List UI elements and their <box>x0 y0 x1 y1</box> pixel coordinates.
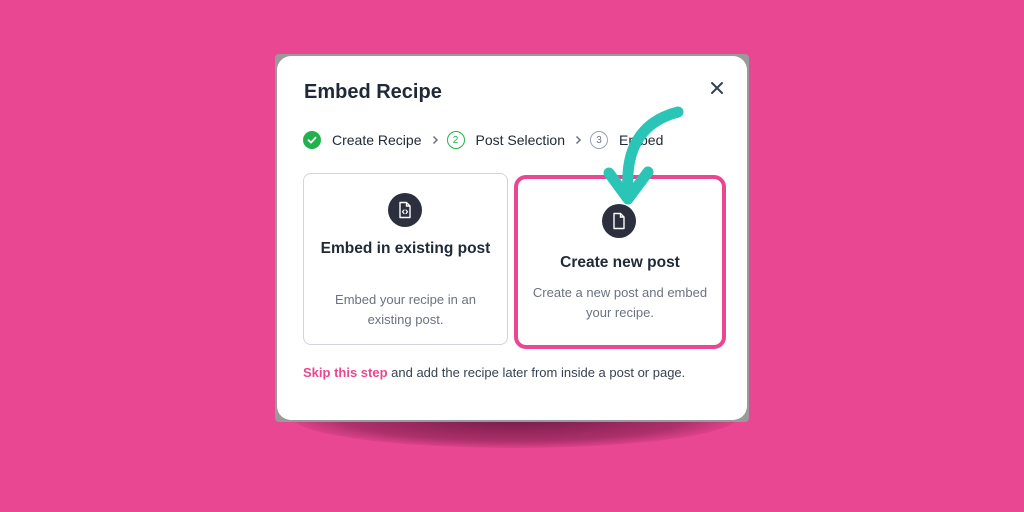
option-title: Embed in existing post <box>320 240 491 257</box>
close-icon <box>711 82 723 94</box>
step-post-selection: 2 Post Selection <box>446 131 566 149</box>
skip-step-rest: and add the recipe later from inside a p… <box>387 365 686 380</box>
file-code-icon <box>388 193 422 227</box>
skip-step-link[interactable]: Skip this step <box>303 365 388 380</box>
step-embed: 3 Embed <box>590 131 663 149</box>
option-title: Create new post <box>560 254 680 271</box>
step-label: Create Recipe <box>332 132 422 148</box>
embed-recipe-modal: Embed Recipe Create Recipe 2 Post Select… <box>277 56 747 420</box>
step-number-badge: 3 <box>590 131 608 149</box>
close-button[interactable] <box>705 76 729 100</box>
modal-title: Embed Recipe <box>304 81 442 103</box>
option-embed-existing-post[interactable]: Embed in existing post Embed your recipe… <box>303 173 508 345</box>
chevron-right-icon <box>432 135 439 145</box>
chevron-right-icon <box>575 135 582 145</box>
step-label: Embed <box>619 132 664 148</box>
step-label: Post Selection <box>475 132 566 148</box>
check-icon <box>307 136 317 144</box>
option-description: Create a new post and embed your recipe. <box>532 285 708 320</box>
step-number-badge: 2 <box>446 131 465 149</box>
option-create-new-post[interactable]: Create new post Create a new post and em… <box>514 175 726 349</box>
skip-step-text: Skip this step and add the recipe later … <box>303 365 685 380</box>
step-complete-badge <box>303 131 321 149</box>
option-description: Embed your recipe in an existing post. <box>335 292 476 327</box>
file-icon <box>602 204 636 238</box>
stepper: Create Recipe 2 Post Selection 3 Embed <box>303 130 663 150</box>
step-create-recipe: Create Recipe <box>303 131 422 149</box>
